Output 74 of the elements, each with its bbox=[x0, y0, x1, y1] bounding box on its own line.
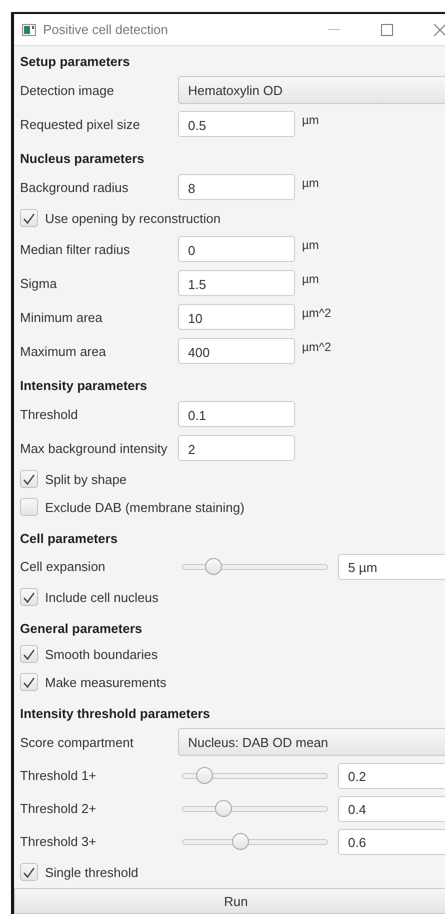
unit-label: µm^2 bbox=[302, 340, 332, 354]
unit-label: µm bbox=[302, 113, 319, 127]
field-label: Detection image bbox=[20, 82, 115, 98]
field-label: Max background intensity bbox=[20, 440, 168, 456]
section-heading: Cell parameters bbox=[20, 530, 119, 548]
checkbox-label: Make measurements bbox=[45, 674, 166, 690]
app-icon bbox=[22, 24, 36, 36]
input-field[interactable]: 0.1 bbox=[178, 401, 295, 427]
input-field[interactable]: 0.4 bbox=[338, 796, 445, 822]
field-label: Maximum area bbox=[20, 344, 107, 358]
checkmark-icon bbox=[23, 866, 35, 878]
dropdown[interactable]: Nucleus: DAB OD mean bbox=[178, 728, 445, 756]
input-field[interactable]: 1.5 bbox=[178, 270, 295, 296]
field-label: Background radius bbox=[20, 180, 130, 194]
checkbox-label: Split by shape bbox=[45, 472, 127, 486]
run-button[interactable]: Run bbox=[14, 888, 445, 914]
checkbox-label: Exclude DAB (membrane staining) bbox=[45, 500, 244, 514]
field-label: Threshold 2+ bbox=[20, 801, 98, 816]
checkmark-icon bbox=[23, 474, 35, 484]
slider-thumb[interactable] bbox=[214, 800, 232, 816]
section-heading: Nucleus parameters bbox=[20, 150, 146, 168]
checkbox[interactable] bbox=[20, 645, 38, 663]
section-heading: Intensity threshold parameters bbox=[20, 705, 211, 723]
unit-label: µm bbox=[302, 176, 319, 190]
input-field[interactable]: 0.6 bbox=[338, 828, 445, 854]
input-field[interactable]: 0.5 bbox=[178, 111, 295, 137]
unit-label: µm^2 bbox=[302, 306, 332, 320]
close-icon[interactable] bbox=[434, 24, 445, 36]
slider-thumb[interactable] bbox=[232, 832, 250, 850]
checkbox[interactable] bbox=[20, 673, 38, 691]
unit-label: µm bbox=[302, 238, 319, 252]
field-label: Median filter radius bbox=[20, 242, 131, 256]
slider-track[interactable] bbox=[182, 800, 328, 818]
checkbox[interactable] bbox=[20, 863, 38, 881]
field-label: Threshold 3+ bbox=[20, 834, 98, 849]
checkbox[interactable] bbox=[20, 209, 38, 227]
section-heading: Intensity parameters bbox=[20, 377, 148, 395]
input-field[interactable]: 0 bbox=[178, 236, 295, 262]
input-field[interactable]: 400 bbox=[178, 338, 295, 364]
field-label: Threshold 1+ bbox=[20, 768, 98, 783]
checkmark-icon bbox=[23, 212, 35, 224]
slider-track[interactable] bbox=[182, 558, 328, 576]
checkbox[interactable] bbox=[20, 588, 38, 606]
field-label: Sigma bbox=[20, 276, 58, 290]
input-field[interactable]: 8 bbox=[178, 174, 295, 200]
checkmark-icon bbox=[23, 648, 35, 660]
slider-thumb[interactable] bbox=[196, 766, 213, 784]
field-label: Requested pixel size bbox=[20, 116, 141, 132]
input-field[interactable]: 5 µm bbox=[338, 554, 445, 580]
unit-label: µm bbox=[302, 272, 319, 286]
section-heading: General parameters bbox=[20, 620, 144, 638]
checkmark-icon bbox=[23, 592, 35, 602]
field-label: Minimum area bbox=[20, 310, 104, 324]
checkbox[interactable] bbox=[20, 498, 38, 516]
slider-track[interactable] bbox=[182, 832, 328, 850]
field-label: Threshold bbox=[20, 406, 79, 422]
input-field[interactable]: 0.2 bbox=[338, 762, 445, 788]
slider-thumb[interactable] bbox=[204, 558, 222, 574]
checkbox[interactable] bbox=[20, 470, 38, 488]
section-heading: Setup parameters bbox=[20, 53, 131, 71]
maximize-icon[interactable] bbox=[381, 24, 393, 36]
input-field[interactable]: 2 bbox=[178, 435, 295, 461]
checkbox-label: Smooth boundaries bbox=[45, 646, 158, 662]
window-title: Positive cell detection bbox=[43, 22, 170, 37]
dropdown[interactable]: Hematoxylin OD bbox=[178, 76, 445, 104]
checkbox-label: Include cell nucleus bbox=[45, 590, 158, 604]
field-label: Score compartment bbox=[20, 734, 134, 750]
checkmark-icon bbox=[23, 676, 35, 688]
minimize-icon[interactable] bbox=[328, 28, 340, 30]
checkbox-label: Use opening by reconstruction bbox=[45, 210, 221, 226]
input-field[interactable]: 10 bbox=[178, 304, 295, 330]
field-label: Cell expansion bbox=[20, 559, 106, 574]
checkbox-label: Single threshold bbox=[45, 864, 138, 880]
slider-track[interactable] bbox=[182, 766, 328, 784]
